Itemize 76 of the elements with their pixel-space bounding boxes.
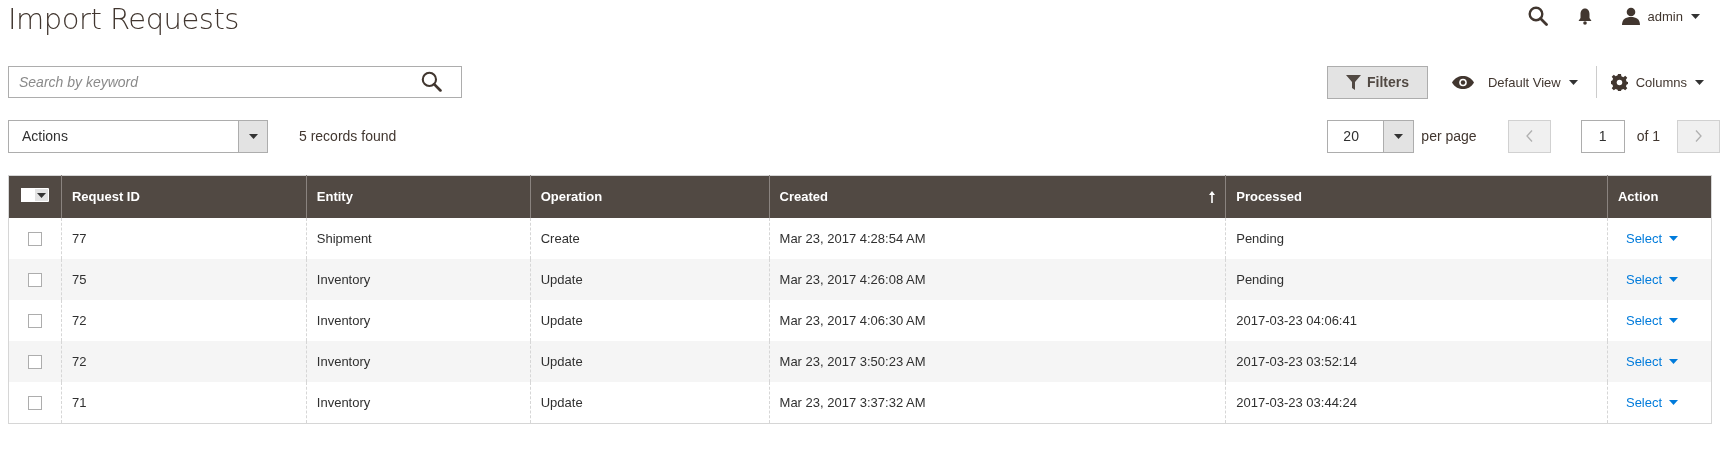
search-icon[interactable] [421, 71, 442, 92]
eye-icon [1451, 75, 1474, 89]
filters-button[interactable]: Filters [1326, 65, 1428, 99]
view-dropdown[interactable]: Default View [1451, 74, 1578, 90]
table-cell: Update [540, 312, 583, 328]
row-checkbox[interactable] [28, 313, 42, 328]
per-page-label: per page [1421, 128, 1477, 144]
select-link[interactable]: Select [1625, 353, 1679, 369]
caret-icon [1669, 399, 1679, 405]
column-header[interactable]: Created [769, 175, 1226, 218]
table-cell: Shipment [316, 230, 372, 246]
table-cell: Inventory [316, 394, 371, 410]
search-field[interactable]: Search by keyword [8, 66, 462, 98]
row-checkbox[interactable] [28, 395, 42, 410]
caret-icon [1691, 13, 1700, 19]
table-cell: Create [540, 230, 580, 246]
caret-icon [1394, 133, 1404, 139]
row-checkbox[interactable] [28, 231, 42, 246]
table-cell: Update [540, 394, 583, 410]
columns-dropdown[interactable]: Columns [1610, 73, 1704, 91]
user-icon [1621, 7, 1640, 25]
bell-icon[interactable] [1577, 7, 1592, 25]
table-cell: Mar 23, 2017 3:50:23 AM [779, 353, 926, 369]
table-cell: Inventory [316, 312, 371, 328]
table-cell: 71 [71, 394, 87, 410]
column-header[interactable]: Processed [1225, 175, 1608, 218]
table-cell: Mar 23, 2017 4:28:54 AM [779, 230, 926, 246]
table-cell: Mar 23, 2017 3:37:32 AM [779, 394, 926, 410]
table-cell: Pending [1236, 230, 1284, 246]
column-header[interactable]: Request ID [61, 175, 307, 218]
records-count: 5 records found [299, 128, 397, 144]
row-checkbox[interactable] [28, 354, 42, 369]
page-title: Import Requests [8, 2, 239, 36]
chevron-left-icon [1525, 130, 1533, 142]
table-cell: Update [540, 271, 583, 287]
table-cell: Mar 23, 2017 4:26:08 AM [779, 271, 926, 287]
column-header[interactable]: Action [1607, 175, 1712, 218]
caret-icon [1669, 235, 1679, 241]
caret-icon [248, 133, 258, 139]
gear-icon [1610, 73, 1628, 91]
table-cell: 72 [71, 353, 87, 369]
table-cell: 2017-03-23 03:44:24 [1236, 394, 1357, 410]
table-cell: Inventory [316, 353, 371, 369]
table-cell: 2017-03-23 04:06:41 [1236, 312, 1357, 328]
next-page-button[interactable] [1677, 119, 1720, 153]
column-header[interactable]: Operation [530, 175, 770, 218]
select-link[interactable]: Select [1625, 271, 1679, 287]
previous-page-button[interactable] [1507, 119, 1551, 153]
caret-icon [1695, 79, 1704, 85]
chevron-right-icon [1695, 130, 1702, 142]
actions-dropdown[interactable]: Actions [8, 119, 268, 153]
select-all-checkbox[interactable] [21, 188, 49, 203]
table-cell: 75 [71, 271, 87, 287]
table-cell: Pending [1236, 271, 1284, 287]
row-checkbox[interactable] [28, 272, 42, 287]
caret-icon [37, 192, 46, 198]
select-link[interactable]: Select [1625, 230, 1679, 246]
search-icon[interactable] [1527, 6, 1548, 26]
select-link[interactable]: Select [1625, 312, 1679, 328]
table-cell: Mar 23, 2017 4:06:30 AM [779, 312, 926, 328]
table-cell: 2017-03-23 03:52:14 [1236, 353, 1357, 369]
caret-icon [1669, 358, 1679, 364]
column-header[interactable]: Entity [306, 175, 531, 218]
per-page-dropdown[interactable]: 20 [1327, 119, 1415, 153]
table-cell: Inventory [316, 271, 371, 287]
user-menu[interactable]: admin [1621, 7, 1700, 25]
table-cell: Update [540, 353, 583, 369]
caret-icon [1669, 276, 1679, 282]
page-number-field[interactable]: 1 [1580, 119, 1625, 153]
table-cell: 72 [71, 312, 87, 328]
filter-icon [1345, 74, 1361, 90]
caret-icon [1669, 317, 1679, 323]
select-link[interactable]: Select [1625, 394, 1679, 410]
table-cell: 77 [71, 230, 87, 246]
page-count: of 1 [1636, 128, 1660, 144]
caret-icon [1568, 79, 1578, 85]
